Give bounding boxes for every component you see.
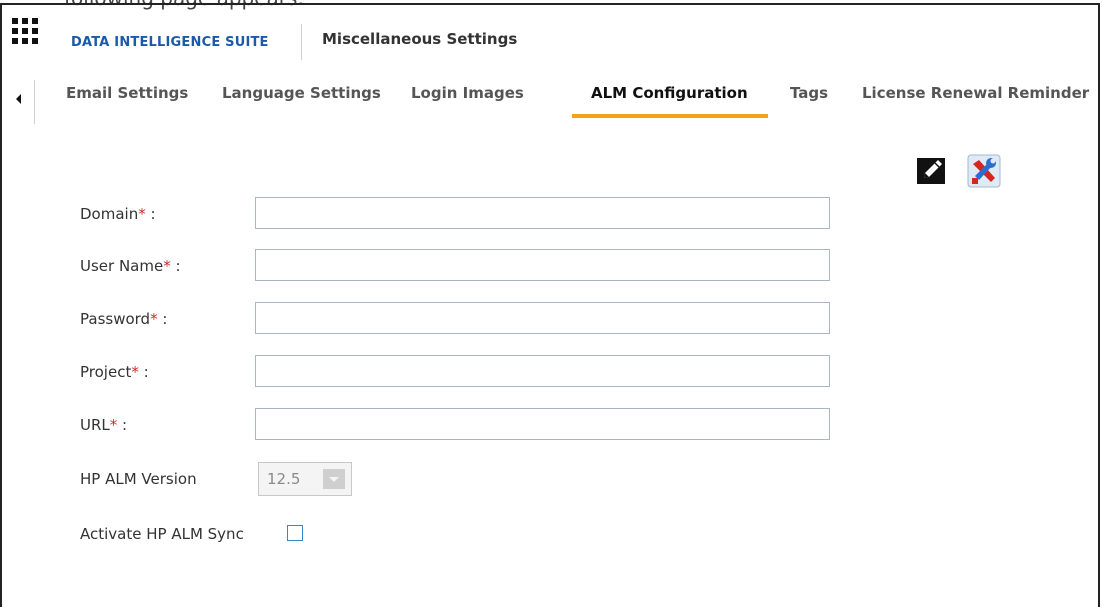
domain-row: Domain* :: [0, 197, 840, 231]
url-row: URL* :: [0, 408, 840, 442]
tab-email-settings[interactable]: Email Settings: [66, 84, 188, 102]
sync-checkbox[interactable]: [287, 525, 303, 541]
project-row: Project* :: [0, 355, 840, 389]
edit-pencil-icon[interactable]: [915, 154, 947, 186]
tab-tags[interactable]: Tags: [790, 84, 828, 102]
user-name-input[interactable]: [255, 249, 830, 281]
user-name-label: User Name* :: [80, 257, 181, 275]
tab-license-renewal-reminder[interactable]: License Renewal Reminder: [862, 84, 1089, 102]
project-label: Project* :: [80, 363, 149, 381]
tools-icon[interactable]: [967, 154, 1001, 188]
user-name-row: User Name* :: [0, 249, 840, 283]
version-row: HP ALM Version 12.5: [0, 462, 840, 496]
version-value: 12.5: [267, 470, 301, 488]
page-title: Miscellaneous Settings: [322, 30, 518, 48]
chevron-down-icon[interactable]: [323, 469, 345, 489]
url-input[interactable]: [255, 408, 830, 440]
active-tab-indicator: [572, 114, 768, 118]
tab-language-settings[interactable]: Language Settings: [222, 84, 381, 102]
version-label: HP ALM Version: [80, 470, 197, 488]
suite-title[interactable]: DATA INTELLIGENCE SUITE: [71, 35, 269, 50]
domain-input[interactable]: [255, 197, 830, 229]
password-input[interactable]: [255, 302, 830, 334]
tab-alm-configuration[interactable]: ALM Configuration: [591, 84, 748, 102]
password-label: Password* :: [80, 310, 168, 328]
domain-label: Domain* :: [80, 205, 156, 223]
tab-login-images[interactable]: Login Images: [411, 84, 524, 102]
password-row: Password* :: [0, 302, 840, 336]
project-input[interactable]: [255, 355, 830, 387]
url-label: URL* :: [80, 416, 128, 434]
sync-row: Activate HP ALM Sync: [0, 517, 840, 551]
tab-scroll-divider: [34, 80, 35, 124]
sync-label: Activate HP ALM Sync: [80, 525, 244, 543]
caret-left-icon[interactable]: [16, 94, 21, 104]
grid-icon[interactable]: [12, 18, 38, 44]
version-select[interactable]: 12.5: [258, 462, 352, 496]
header-divider: [301, 24, 302, 60]
